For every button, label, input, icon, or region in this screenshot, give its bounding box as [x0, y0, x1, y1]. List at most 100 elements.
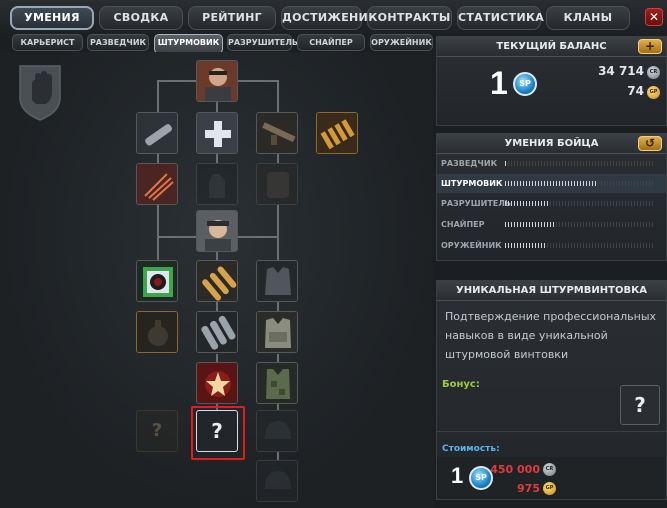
main-tab-bar: УМЕНИЯ СВОДКА РЕЙТИНГ ДОСТИЖЕНИЯ КОНТРАК… — [0, 0, 667, 34]
skill-node-heavy-vest[interactable] — [256, 311, 298, 353]
skill-node-bullets[interactable] — [196, 260, 238, 302]
skill-node-shotgun-shells[interactable] — [196, 311, 238, 353]
skill-row-label: РАЗРУШИТЕЛЬ — [441, 199, 512, 208]
sp-icon: SP — [513, 72, 537, 96]
grenade-icon — [137, 312, 177, 352]
gold-icon: GP — [647, 86, 660, 99]
close-icon: ✕ — [648, 10, 660, 24]
soldier-portrait-icon — [197, 211, 237, 251]
skill-row-stormtrooper[interactable]: ШТУРМОВИК — [437, 174, 666, 193]
tree-connector — [238, 236, 278, 238]
gold-icon: GP — [543, 482, 556, 495]
helmet-icon — [257, 461, 297, 501]
tab-statistics[interactable]: СТАТИСТИКА — [457, 6, 544, 30]
fist-shield-icon — [19, 65, 61, 121]
tree-connector — [157, 236, 159, 260]
skill-progress-fill — [505, 161, 507, 166]
question-icon: ? — [151, 420, 163, 441]
tree-connector — [157, 205, 159, 237]
ammo-icon — [317, 113, 357, 153]
bonus-item-slot[interactable]: ? — [620, 385, 660, 425]
class-tab-gunsmith[interactable]: ОРУЖЕЙНИК — [370, 34, 433, 51]
armor-icon — [257, 164, 297, 204]
skill-node-soldier-portrait-2[interactable] — [196, 210, 238, 252]
tree-connector — [277, 236, 279, 260]
skills-title: УМЕНИЯ БОЙЦА — [504, 138, 599, 149]
skill-node-soldier-portrait[interactable] — [196, 60, 238, 102]
skill-node-assault-rifle[interactable] — [256, 112, 298, 154]
tab-clans[interactable]: КЛАНЫ — [546, 6, 630, 30]
tab-achievements[interactable]: ДОСТИЖЕНИЯ — [281, 6, 376, 30]
scratch-icon — [137, 164, 177, 204]
class-tab-scout[interactable]: РАЗВЕДЧИК — [87, 34, 149, 51]
tree-connector — [277, 205, 279, 237]
skill-node-camo-vest[interactable] — [256, 362, 298, 404]
tree-connector — [157, 154, 159, 163]
detail-title: УНИКАЛЬНАЯ ШТУРМВИНТОВКА — [456, 285, 647, 296]
skill-row-scout[interactable]: РАЗВЕДЧИК — [437, 154, 666, 173]
tree-connector — [277, 80, 279, 112]
skill-progress-fill — [505, 181, 598, 186]
class-tab-destroyer[interactable]: РАЗРУШИТЕЛЬ — [227, 34, 298, 51]
credits-icon: CR — [543, 463, 556, 476]
tree-connector — [238, 80, 278, 82]
skill-row-label: ШТУРМОВИК — [441, 179, 503, 188]
tab-skills[interactable]: УМЕНИЯ — [10, 6, 94, 30]
tab-summary[interactable]: СВОДКА — [99, 6, 183, 30]
shells-icon — [197, 312, 237, 352]
skill-node-medkit-plus[interactable] — [196, 112, 238, 154]
balance-panel: ТЕКУЩИЙ БАЛАНС + 1 SP 34 714 CR 74 GP — [436, 36, 667, 126]
skill-progress-bar — [505, 181, 655, 186]
skill-node-star-badge[interactable] — [196, 362, 238, 404]
skill-node-locked-helmet-2[interactable] — [256, 460, 298, 502]
skill-node-vest[interactable] — [256, 260, 298, 302]
skill-node-ammo-belt[interactable] — [316, 112, 358, 154]
helmet-icon — [257, 411, 297, 451]
class-tab-sniper[interactable]: СНАЙПЕР — [297, 34, 365, 51]
credits-value: 34 714 — [598, 64, 644, 78]
skill-progress-fill — [505, 243, 546, 248]
fighter-skills-panel: УМЕНИЯ БОЙЦА ↺ РАЗВЕДЧИК ШТУРМОВИК РАЗРУ… — [436, 133, 667, 261]
cost-label: Стоимость: — [442, 444, 500, 454]
reset-skills-button[interactable]: ↺ — [638, 136, 662, 151]
close-button[interactable]: ✕ — [645, 8, 663, 26]
skill-node-green-target[interactable] — [136, 260, 178, 302]
skill-node-locked-armor[interactable] — [256, 163, 298, 205]
skill-progress-bar — [505, 243, 655, 248]
star-icon — [197, 363, 237, 403]
skill-detail-panel: УНИКАЛЬНАЯ ШТУРМВИНТОВКА Подтверждение п… — [436, 280, 667, 500]
add-currency-button[interactable]: + — [638, 39, 662, 54]
tree-connector — [157, 236, 197, 238]
skill-node-scratch[interactable] — [136, 163, 178, 205]
cost-credits-value: 450 000 — [490, 463, 540, 476]
skill-node-locked-helmet[interactable] — [256, 410, 298, 452]
skill-row-destroyer[interactable]: РАЗРУШИТЕЛЬ — [437, 194, 666, 213]
cost-sp-value: 1 — [451, 463, 464, 488]
skill-node-grenade[interactable] — [136, 311, 178, 353]
tree-connector — [216, 354, 218, 362]
bonus-label: Бонус: — [442, 379, 480, 390]
silencer-icon — [137, 113, 177, 153]
class-tab-stormtrooper[interactable]: ШТУРМОВИК — [154, 34, 223, 54]
tree-connector — [216, 154, 218, 163]
skill-node-silencer[interactable] — [136, 112, 178, 154]
tab-rating[interactable]: РЕЙТИНГ — [188, 6, 276, 30]
class-tab-careerist[interactable]: КАРЬЕРИСТ — [12, 34, 83, 51]
heavy-vest-icon — [257, 312, 297, 352]
skill-node-unknown-selected[interactable]: ? — [196, 410, 238, 452]
cost-gold-value: 975 — [517, 482, 540, 495]
skill-node-unknown-1[interactable]: ? — [136, 410, 178, 452]
tab-contracts[interactable]: КОНТРАКТЫ — [367, 6, 452, 30]
skill-progress-fill — [505, 201, 550, 206]
cost-box: 1 SP 450 000 CR 975 GP — [437, 457, 666, 499]
skills-header: УМЕНИЯ БОЙЦА ↺ — [437, 134, 666, 154]
rifle-icon — [257, 113, 297, 153]
vest-icon — [257, 261, 297, 301]
skill-row-gunsmith[interactable]: ОРУЖЕЙНИК — [437, 236, 666, 255]
plus-icon — [197, 113, 237, 153]
tree-connector — [277, 354, 279, 362]
skill-row-sniper[interactable]: СНАЙПЕР — [437, 215, 666, 234]
skill-node-locked-glove[interactable] — [196, 163, 238, 205]
question-icon: ? — [211, 419, 223, 443]
tree-connector — [277, 154, 279, 163]
